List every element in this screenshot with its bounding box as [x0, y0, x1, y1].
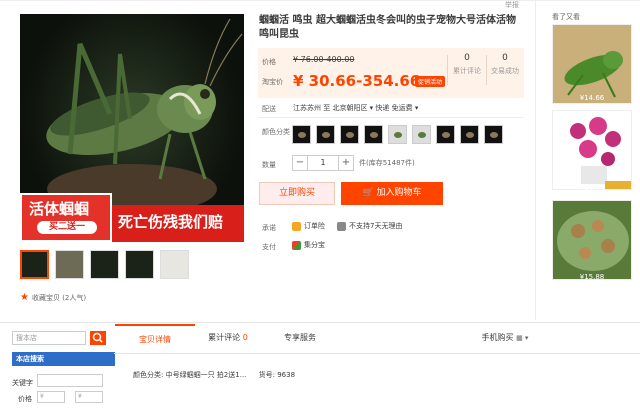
top-border — [0, 0, 640, 1]
search-button[interactable] — [90, 331, 106, 345]
shop-search-input[interactable]: 搜本店 — [12, 331, 86, 345]
recommend-price-2: ¥18.88 — [579, 184, 605, 192]
thumbnail-5[interactable] — [160, 250, 189, 279]
snails-illustration — [553, 201, 631, 279]
add-to-cart-button[interactable]: 🛒 加入购物车 — [341, 182, 443, 205]
promise-label: 承诺 — [262, 224, 276, 232]
buy-now-button[interactable]: 立即购买 — [259, 182, 335, 205]
recommend-image-1[interactable] — [552, 24, 632, 104]
recommend-image-2[interactable] — [552, 110, 632, 190]
thumbnail-strip — [20, 250, 189, 279]
thumbnail-3[interactable] — [90, 250, 119, 279]
divider — [486, 55, 487, 85]
color-swatches — [292, 125, 503, 144]
favorite-item[interactable]: ★ 收藏宝贝 (2人气) — [20, 292, 86, 303]
tab-mobile-buy[interactable]: 手机购买 ▦ ▾ — [470, 324, 540, 354]
payment-method[interactable]: 集分宝 — [292, 240, 325, 250]
color-swatch-2[interactable] — [316, 125, 335, 144]
tab-mobile-label: 手机购买 — [481, 333, 514, 342]
tab-service[interactable]: 专享服务 — [270, 324, 330, 354]
pay-label: 支付 — [262, 243, 276, 251]
tab-reviews-label: 累计评论 — [208, 333, 241, 342]
color-swatch-4[interactable] — [364, 125, 383, 144]
shipping-selector[interactable]: 江苏苏州 至 北京朝阳区 ▾ 快递 免运费 ▾ — [293, 103, 418, 113]
keyword-label: 关键字 — [12, 379, 33, 387]
qr-code-icon: ▦ ▾ — [516, 334, 529, 342]
price-range-label: 价格 — [18, 395, 32, 403]
star-icon: ★ — [20, 292, 29, 303]
thumbnail-1[interactable] — [20, 250, 49, 279]
reviews-stat[interactable]: 0 累计评论 — [450, 53, 484, 76]
cart-icon: 🛒 — [362, 188, 377, 198]
promo-tag: 活体蝈蝈 — [29, 200, 90, 218]
sales-label: 交易成功 — [491, 67, 519, 75]
grasshopper-illustration — [553, 25, 631, 103]
color-swatch-8[interactable] — [460, 125, 479, 144]
tao-price-label: 淘宝价 — [262, 78, 283, 86]
sidebar-title: 看了又看 — [552, 13, 580, 21]
price-label: 价格 — [262, 58, 276, 66]
promise-item-1[interactable]: 订单险 — [292, 221, 325, 231]
tab-details[interactable]: 宝贝详情 — [115, 324, 195, 354]
sales-count: 0 — [502, 53, 508, 63]
promo-activity-badge[interactable]: 促销活动 — [415, 76, 446, 87]
promise-list: 订单险 不支持7天无理由 — [292, 221, 402, 231]
orchid-illustration — [553, 111, 631, 189]
sales-stat: 0 交易成功 — [488, 53, 522, 76]
section-divider — [0, 322, 640, 323]
divider — [447, 55, 448, 85]
color-label: 颜色分类 — [262, 128, 290, 136]
shield-icon — [292, 221, 301, 231]
promo-buy-offer: 买二送一 — [37, 221, 97, 234]
reviews-label: 累计评论 — [453, 67, 481, 75]
promo-claim: 死亡伤残我们赔 — [118, 213, 224, 231]
seven-days-icon — [337, 221, 346, 231]
increase-button[interactable]: + — [338, 155, 354, 171]
color-swatch-5[interactable] — [388, 125, 407, 144]
attr-sku: 货号: 9638 — [258, 371, 296, 379]
price-max-input[interactable]: ¥ — [75, 391, 103, 403]
shipping-label: 配送 — [262, 105, 276, 113]
reviews-count: 0 — [464, 53, 470, 63]
recommend-image-3[interactable] — [552, 200, 632, 280]
color-swatch-3[interactable] — [340, 125, 359, 144]
product-attributes: 颜色分类: 中号绿蝈蝈一只 拍2送1... 货号: 9638 — [133, 370, 295, 380]
promise-2-text: 不支持7天无理由 — [349, 222, 403, 230]
color-swatch-7[interactable] — [436, 125, 455, 144]
thumbnail-4[interactable] — [125, 250, 154, 279]
price-min-input[interactable]: ¥ — [37, 391, 65, 403]
product-title: 蝈蝈活 鸣虫 超大蝈蝈活虫冬会叫的虫子宠物大号活体活物鸣叫昆虫 — [259, 15, 516, 40]
sidebar-divider — [535, 0, 536, 320]
divider — [258, 117, 524, 118]
promise-item-2[interactable]: 不支持7天无理由 — [337, 221, 402, 231]
add-to-cart-label: 加入购物车 — [376, 188, 422, 198]
jifenbao-icon — [292, 240, 301, 250]
attr-color: 颜色分类: 中号绿蝈蝈一只 拍2送1... — [133, 371, 247, 379]
tab-reviews-count: 0 — [242, 333, 248, 342]
color-swatch-9[interactable] — [484, 125, 503, 144]
current-price: ¥ 30.66-354.66 — [293, 72, 421, 90]
report-link[interactable]: 举报 — [505, 0, 519, 10]
recommend-price-1: ¥14.66 — [579, 94, 605, 102]
recommend-price-3: ¥15.88 — [579, 273, 605, 281]
payment-method-text: 集分宝 — [304, 241, 325, 249]
stock-info: 件(库存51487件) — [359, 159, 415, 167]
color-swatch-1[interactable] — [292, 125, 311, 144]
thumbnail-2[interactable] — [55, 250, 84, 279]
favorite-label: 收藏宝贝 (2人气) — [31, 293, 87, 302]
quantity-label: 数量 — [262, 161, 276, 169]
promise-1-text: 订单险 — [304, 222, 325, 230]
quantity-stepper: − 1 + 件(库存51487件) — [292, 155, 415, 171]
original-price: ¥ 76.00-400.00 — [293, 55, 355, 64]
search-icon — [92, 332, 103, 343]
decrease-button[interactable]: − — [292, 155, 308, 171]
tab-reviews[interactable]: 累计评论 0 — [200, 324, 256, 354]
color-swatch-6[interactable] — [412, 125, 431, 144]
keyword-input[interactable] — [37, 374, 103, 387]
quantity-input[interactable]: 1 — [308, 155, 338, 171]
shop-search-header: 本店搜索 — [12, 352, 115, 366]
